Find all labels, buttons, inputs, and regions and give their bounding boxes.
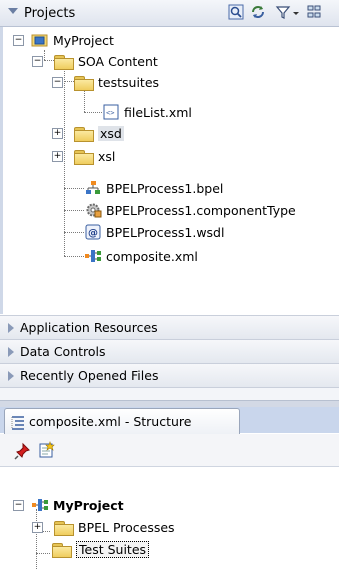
accordion-data-controls[interactable]: Data Controls (0, 339, 339, 363)
gear-icon (84, 202, 102, 218)
collapse-node-icon[interactable]: − (13, 500, 24, 511)
search-icon[interactable] (228, 4, 244, 20)
expand-arrow-icon (8, 347, 14, 357)
tree-connector (64, 188, 84, 189)
tree-node-label: testsuites (98, 74, 160, 90)
tree-connector (84, 90, 85, 112)
expand-node-icon[interactable]: + (32, 522, 43, 533)
accordion-spacer (0, 387, 339, 401)
tree-node-soa-content[interactable]: − SOA Content (32, 51, 158, 71)
project-folder-icon (31, 32, 49, 48)
svg-text:@: @ (88, 228, 98, 239)
wsdl-file-icon: @ (84, 224, 102, 240)
composite-icon (84, 248, 102, 264)
xml-file-icon: <> (102, 104, 120, 120)
accordion-label: Recently Opened Files (20, 368, 159, 383)
collapse-node-icon[interactable]: − (13, 35, 24, 46)
accordion-application-resources[interactable]: Application Resources (0, 315, 339, 339)
structure-icon (10, 414, 26, 433)
folder-icon (52, 542, 72, 558)
tree-scroll-gutter (0, 27, 3, 314)
folder-icon (54, 520, 74, 536)
tree-node-xsl[interactable]: + xsl (52, 146, 115, 166)
bpel-process-icon (84, 180, 102, 196)
refresh-icon[interactable] (250, 4, 266, 20)
tree-node-label: BPELProcess1.bpel (106, 180, 224, 196)
tree-node-testsuites[interactable]: − testsuites (52, 72, 159, 92)
filter-icon[interactable] (275, 4, 291, 20)
pin-icon[interactable] (14, 442, 32, 463)
expand-node-icon[interactable]: + (52, 151, 63, 162)
folder-icon (74, 126, 94, 142)
tree-node-myproject[interactable]: − MyProject (13, 30, 114, 50)
collapse-panel-icon[interactable] (8, 8, 18, 14)
tree-node-label: xsd (98, 125, 124, 141)
collapse-node-icon[interactable]: − (52, 77, 63, 88)
structure-node-myproject[interactable]: − MyProject (13, 495, 124, 515)
folder-icon (74, 75, 94, 91)
expand-arrow-icon (8, 323, 14, 333)
structure-tab[interactable]: composite.xml - Structure (4, 408, 240, 434)
projects-panel-header: Projects (0, 0, 339, 27)
projects-tree: − MyProject − SOA Content − testsuites <… (0, 27, 339, 314)
new-view-icon[interactable] (38, 441, 56, 462)
svg-text:<>: <> (106, 109, 114, 117)
folder-icon (54, 54, 74, 70)
tree-node-label: composite.xml (106, 248, 198, 264)
composite-icon (31, 497, 49, 513)
tree-node-label: SOA Content (78, 53, 158, 69)
tree-connector (36, 553, 50, 554)
tree-node-xsd[interactable]: + xsd (52, 123, 124, 143)
tree-node-bpel[interactable]: BPELProcess1.bpel (84, 178, 223, 198)
tree-node-filelist[interactable]: <> fileList.xml (102, 102, 192, 122)
expand-node-icon[interactable]: + (52, 128, 63, 139)
tree-node-label: BPELProcess1.wsdl (106, 224, 225, 240)
tree-node-label: BPELProcess1.componentType (106, 202, 296, 218)
tree-connector (64, 232, 84, 233)
tree-connector (64, 210, 84, 211)
structure-node-test-suites[interactable]: Test Suites (52, 539, 150, 559)
tree-node-wsdl[interactable]: @ BPELProcess1.wsdl (84, 222, 224, 242)
tree-node-label: Test Suites (76, 540, 150, 558)
collapse-node-icon[interactable]: − (32, 56, 43, 67)
projects-panel-title: Projects (24, 6, 76, 21)
tree-node-component-type[interactable]: BPELProcess1.componentType (84, 200, 296, 220)
tree-connector (64, 256, 84, 257)
tree-node-label: BPEL Processes (78, 519, 175, 535)
tree-node-composite[interactable]: composite.xml (84, 246, 198, 266)
tree-node-label: MyProject (53, 497, 124, 513)
structure-tree: − MyProject + BPEL Processes Test Suites (0, 492, 339, 569)
accordion-recently-opened-files[interactable]: Recently Opened Files (0, 363, 339, 387)
tree-connector (84, 112, 102, 113)
folder-icon (74, 149, 94, 165)
tree-node-label: xsl (98, 148, 116, 164)
expand-arrow-icon (8, 371, 14, 381)
layout-options-icon[interactable] (306, 4, 322, 20)
filter-dropdown-icon[interactable] (292, 4, 300, 20)
accordion-label: Application Resources (20, 320, 158, 335)
tree-node-label: MyProject (53, 32, 114, 48)
structure-tab-title: composite.xml - Structure (29, 414, 192, 429)
structure-node-bpel-processes[interactable]: + BPEL Processes (32, 517, 175, 537)
tree-node-label: fileList.xml (124, 104, 192, 120)
structure-toolbar (0, 434, 339, 467)
accordion-label: Data Controls (20, 344, 106, 359)
